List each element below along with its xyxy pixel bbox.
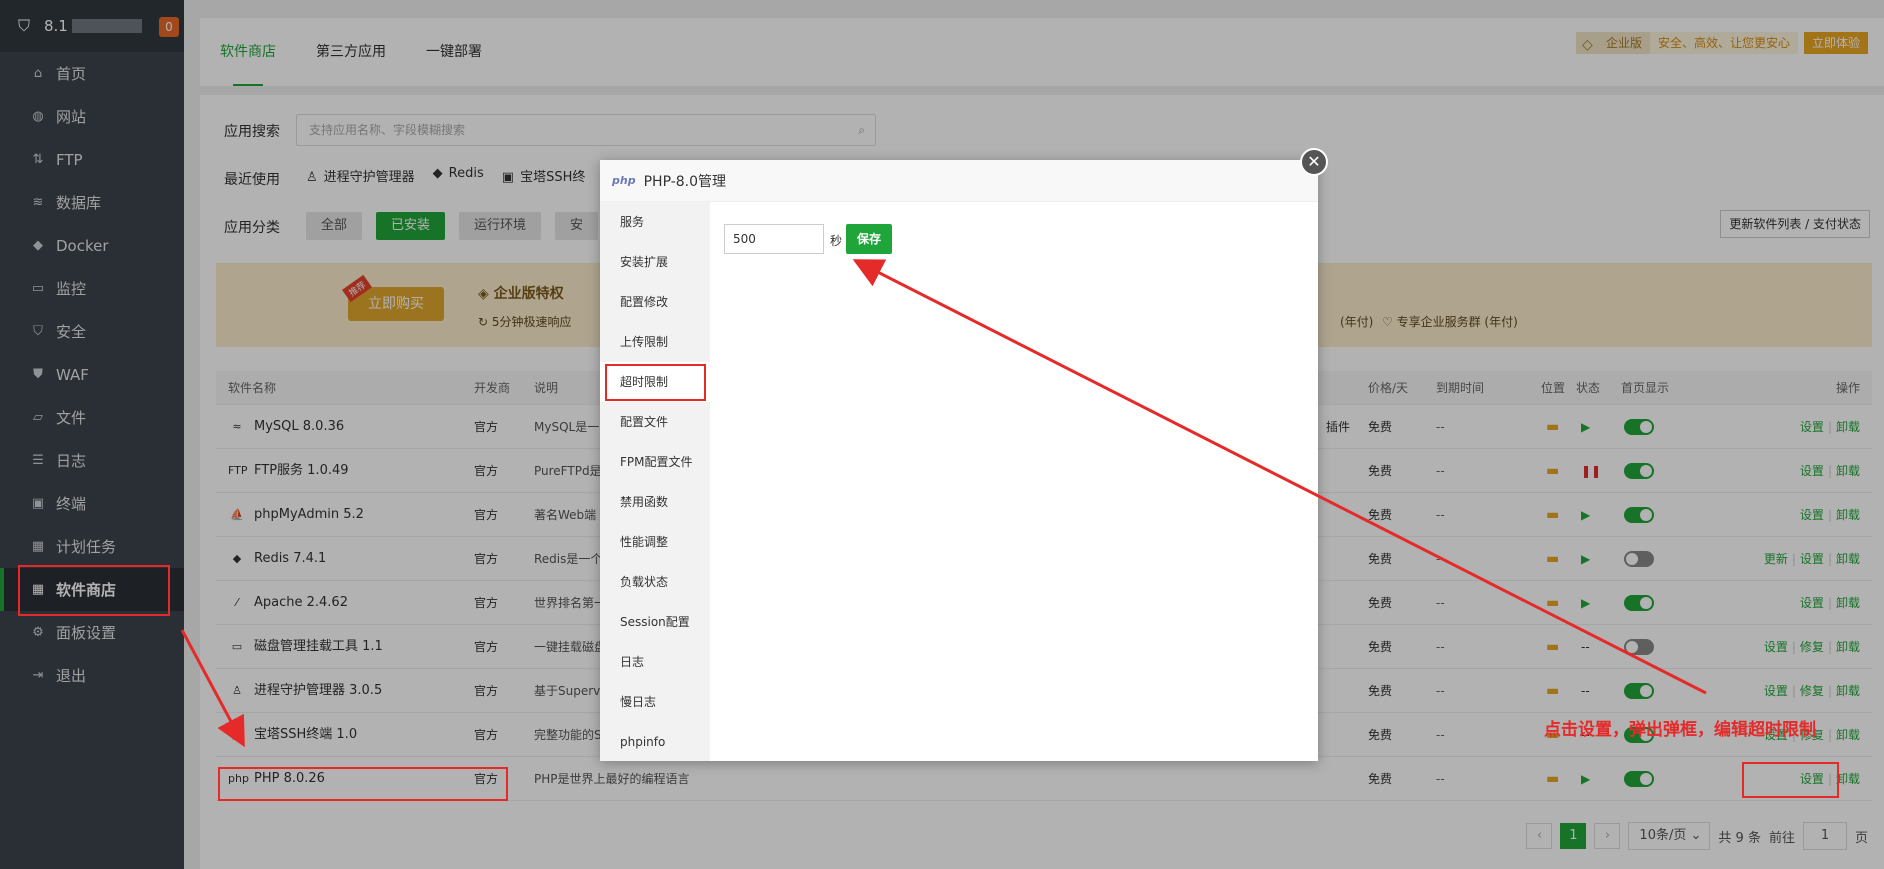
arrow-to-save-button [852, 259, 1707, 695]
annotation-arrows [180, 259, 1707, 748]
arrow-to-php-row [180, 629, 245, 748]
